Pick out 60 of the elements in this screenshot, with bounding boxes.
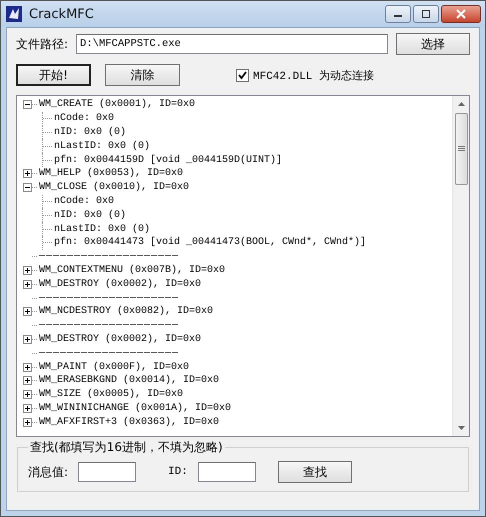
tree-item[interactable]: nCode: 0x0 bbox=[54, 112, 114, 126]
expand-icon[interactable] bbox=[23, 266, 32, 275]
collapse-icon[interactable] bbox=[23, 100, 32, 110]
tree-item[interactable]: nID: 0x0 (0) bbox=[54, 126, 126, 139]
tree-item[interactable]: pfn: 0x00441473 [void _00441473(BOOL, CWnd*, CWnd*)] bbox=[54, 236, 366, 250]
tree-item[interactable]: WM_PAINT (0x000F), ID=0x0 bbox=[39, 360, 190, 374]
expand-icon[interactable] bbox=[23, 376, 32, 386]
tree-item[interactable]: WM_CLOSE (0x0010), ID=0x0 bbox=[39, 181, 190, 194]
separator-item: ———————————————————— bbox=[39, 292, 180, 305]
tree-item[interactable]: WM_DESTROY (0x0002), ID=0x0 bbox=[39, 332, 202, 346]
tree-item[interactable]: WM_DESTROY (0x0002), ID=0x0 bbox=[39, 278, 202, 291]
maximize-icon bbox=[421, 10, 431, 18]
tree-item[interactable]: nCode: 0x0 bbox=[54, 194, 114, 208]
tree-item[interactable]: pfn: 0x0044159D [void _0044159D(UINT)] bbox=[54, 154, 282, 167]
expand-icon[interactable] bbox=[23, 418, 32, 427]
expand-icon[interactable] bbox=[23, 169, 32, 178]
tree-item[interactable]: nLastID: 0x0 (0) bbox=[54, 222, 150, 236]
browse-button[interactable]: 选择 bbox=[396, 33, 470, 55]
action-button[interactable]: 清除 bbox=[105, 64, 180, 86]
path-field[interactable]: D:\MFCAPPSTC.exe bbox=[76, 34, 388, 54]
scroll-down-icon[interactable] bbox=[458, 426, 464, 430]
find-button[interactable]: 查找 bbox=[278, 461, 352, 483]
message-value-label: 消息值: bbox=[28, 464, 68, 480]
expand-icon[interactable] bbox=[23, 390, 32, 400]
minimize-button[interactable] bbox=[385, 5, 411, 23]
checkbox[interactable] bbox=[236, 68, 249, 82]
tree-item[interactable]: WM_CREATE (0x0001), ID=0x0 bbox=[39, 98, 196, 112]
message-value-field[interactable] bbox=[78, 462, 136, 482]
maximize-button[interactable] bbox=[413, 5, 439, 23]
tree-item[interactable]: WM_ERASEBKGND (0x0014), ID=0x0 bbox=[39, 374, 220, 388]
action-button[interactable]: 开始! bbox=[16, 64, 91, 86]
tree-item[interactable]: WM_NCDESTROY (0x0082), ID=0x0 bbox=[39, 305, 214, 318]
app-icon bbox=[5, 5, 23, 23]
tree-item[interactable]: nID: 0x0 (0) bbox=[54, 208, 126, 222]
expand-icon[interactable] bbox=[23, 280, 32, 289]
id-field[interactable] bbox=[198, 462, 256, 482]
tree-item[interactable]: WM_WININICHANGE (0x001A), ID=0x0 bbox=[39, 402, 232, 415]
tree-item[interactable]: WM_CONTEXTMENU (0x007B), ID=0x0 bbox=[39, 264, 226, 277]
grip-icon bbox=[458, 146, 464, 152]
checkbox-label: MFC42.DLL 为动态连接 bbox=[253, 68, 374, 82]
tree-item[interactable]: WM_HELP (0x0053), ID=0x0 bbox=[39, 167, 184, 180]
close-button[interactable] bbox=[441, 5, 481, 23]
separator-item: ———————————————————— bbox=[39, 250, 180, 264]
expand-icon[interactable] bbox=[23, 362, 32, 372]
collapse-icon[interactable] bbox=[23, 183, 32, 192]
separator-item: ———————————————————— bbox=[39, 346, 180, 360]
close-icon bbox=[455, 9, 467, 19]
path-label: 文件路径: bbox=[16, 36, 68, 52]
tree-item[interactable]: nLastID: 0x0 (0) bbox=[54, 140, 150, 153]
group-title: 查找(都填写为16进制，不填为忽略) bbox=[29, 439, 224, 456]
scroll-up-icon[interactable] bbox=[458, 102, 464, 106]
expand-icon[interactable] bbox=[23, 404, 32, 413]
expand-icon[interactable] bbox=[23, 307, 32, 316]
tree-item[interactable]: WM_SIZE (0x0005), ID=0x0 bbox=[39, 388, 184, 402]
window-title: CrackMFC bbox=[29, 6, 94, 22]
id-label: ID: bbox=[168, 466, 188, 478]
scrollbar[interactable] bbox=[452, 96, 469, 436]
tree-item[interactable]: WM_AFXFIRST+3 (0x0363), ID=0x0 bbox=[39, 416, 220, 429]
expand-icon[interactable] bbox=[23, 334, 32, 344]
separator-item: ———————————————————— bbox=[39, 319, 180, 332]
